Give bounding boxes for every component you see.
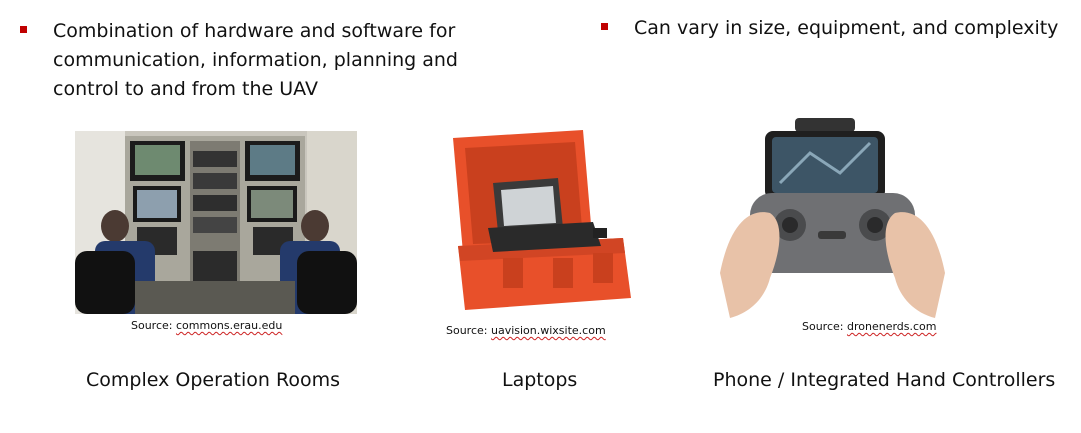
- bullet-text: Can vary in size, equipment, and complex…: [634, 17, 1059, 39]
- bullet-marker: [20, 26, 27, 33]
- caption-hand-controllers: Phone / Integrated Hand Controllers: [713, 369, 1056, 391]
- source-link[interactable]: uavision.wixsite.com: [491, 324, 606, 337]
- hand-controller-photo: [720, 113, 945, 318]
- bullet-combination: Combination of hardware and software for…: [20, 17, 490, 104]
- source-link[interactable]: commons.erau.edu: [176, 319, 282, 332]
- caption-laptops: Laptops: [502, 369, 578, 391]
- rugged-laptop-case-photo: [443, 128, 637, 318]
- bullet-vary: Can vary in size, equipment, and complex…: [601, 14, 1071, 43]
- source-dronenerds: Source: dronenerds.com: [802, 320, 937, 333]
- operation-room-photo: [75, 131, 357, 314]
- source-uavision: Source: uavision.wixsite.com: [446, 324, 606, 337]
- caption-operation-rooms: Complex Operation Rooms: [86, 369, 340, 391]
- bullet-text: Combination of hardware and software for…: [53, 20, 458, 100]
- source-erau: Source: commons.erau.edu: [131, 319, 283, 332]
- source-link[interactable]: dronenerds.com: [847, 320, 937, 333]
- bullet-marker: [601, 23, 608, 30]
